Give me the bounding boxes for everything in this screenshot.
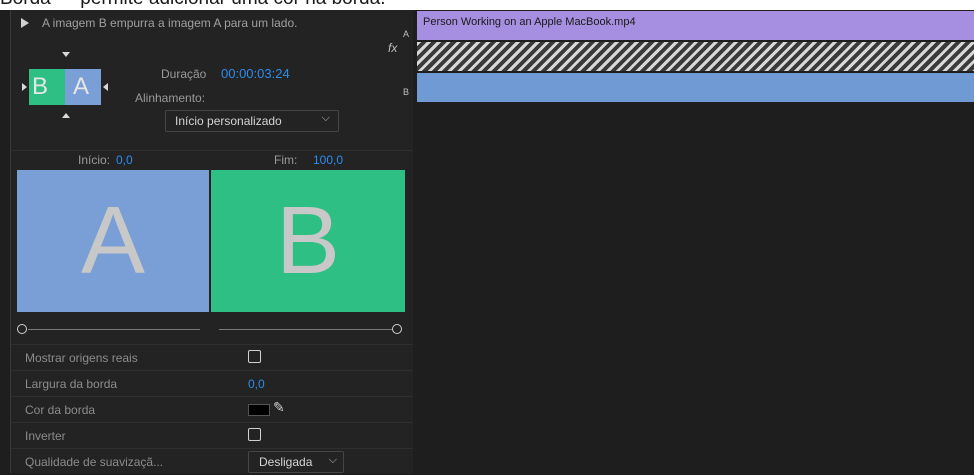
clip-a[interactable]: Person Working on an Apple MacBook.mp4: [417, 11, 974, 40]
effect-controls-panel: A imagem B empurra a imagem A para um la…: [10, 10, 413, 473]
end-slider-track[interactable]: [219, 329, 392, 330]
show-actual-sources-row: Mostrar origens reais: [11, 344, 413, 371]
play-icon[interactable]: [21, 18, 29, 28]
arrow-left-icon[interactable]: [103, 83, 108, 91]
end-label: Fim:: [274, 153, 298, 167]
track-a-label: A: [403, 29, 410, 39]
border-width-value[interactable]: 0,0: [248, 377, 265, 391]
thumbnail-a-letter: A: [73, 73, 90, 100]
clip-b[interactable]: [417, 73, 974, 102]
invert-checkbox[interactable]: [248, 428, 261, 441]
dropdown-chevron-icon: ⌵: [328, 454, 337, 466]
invert-label: Inverter: [25, 429, 66, 443]
show-actual-sources-label: Mostrar origens reais: [25, 351, 138, 365]
border-width-row: Largura da borda 0,0: [11, 370, 413, 397]
border-color-row: Cor da borda ✎: [11, 396, 413, 423]
antialias-label: Qualidade de suavizaçã...: [25, 455, 164, 469]
start-slider-knob[interactable]: [17, 324, 27, 334]
border-color-label: Cor da borda: [25, 403, 96, 417]
arrow-down-icon[interactable]: [62, 52, 70, 57]
alignment-label: Alinhamento:: [135, 91, 206, 105]
preview-a: A: [17, 170, 209, 312]
arrow-up-icon[interactable]: [62, 113, 70, 118]
transition-clip[interactable]: [417, 42, 974, 71]
antialias-row: Qualidade de suavizaçã... Desligada ⌵: [11, 448, 413, 475]
eyedropper-icon[interactable]: ✎: [273, 399, 285, 416]
duration-label: Duração: [161, 67, 207, 81]
caption-strip: Borda — permite adicionar uma cor na bor…: [0, 0, 974, 10]
preview-b: B: [211, 170, 405, 312]
invert-row: Inverter: [11, 422, 413, 449]
fx-icon: fx: [388, 41, 398, 55]
alignment-dropdown[interactable]: Início personalizado ⌵: [165, 110, 339, 132]
thumbnail-b-letter: B: [32, 73, 49, 100]
start-slider-track[interactable]: [28, 329, 200, 330]
show-actual-sources-checkbox[interactable]: [248, 350, 261, 363]
dropdown-chevron-icon: ⌵: [321, 112, 330, 124]
end-slider-knob[interactable]: [392, 324, 402, 334]
start-label: Início:: [78, 153, 111, 167]
end-value[interactable]: 100,0: [313, 153, 343, 167]
caption-text: Borda — permite adicionar uma cor na bor…: [0, 0, 385, 10]
effect-description-row[interactable]: A imagem B empurra a imagem A para um la…: [11, 10, 413, 38]
alignment-value: Início personalizado: [175, 114, 282, 128]
antialias-select[interactable]: Desligada ⌵: [248, 451, 344, 473]
border-width-label: Largura da borda: [25, 377, 118, 391]
start-value[interactable]: 0,0: [116, 153, 133, 167]
effect-description: A imagem B empurra a imagem A para um la…: [42, 16, 298, 30]
border-color-swatch[interactable]: [248, 404, 270, 416]
transition-thumbnail: B A: [29, 69, 101, 105]
divider: [11, 150, 413, 151]
antialias-value: Desligada: [259, 455, 313, 469]
duration-value[interactable]: 00:00:03:24: [221, 66, 290, 81]
clip-a-name: Person Working on an Apple MacBook.mp4: [423, 16, 636, 28]
track-b-label: B: [403, 87, 410, 97]
arrow-right-icon[interactable]: [22, 83, 27, 91]
